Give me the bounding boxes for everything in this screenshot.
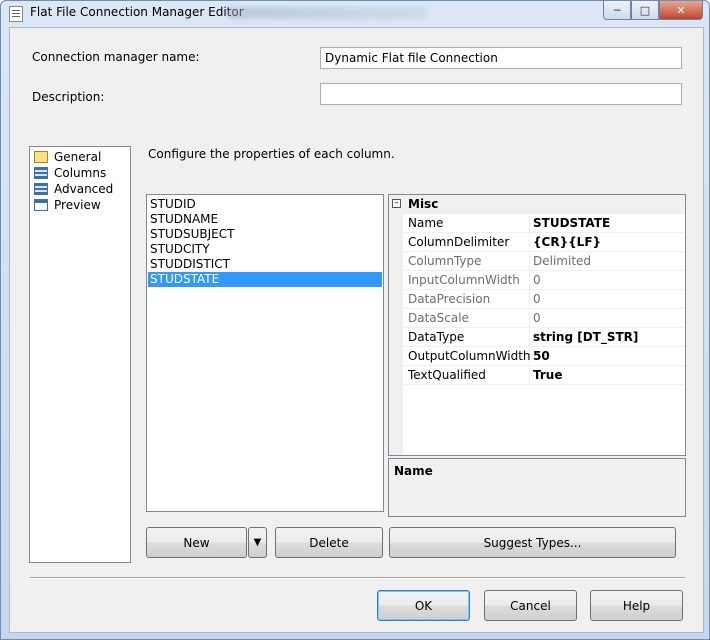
property-name: DataScale: [408, 311, 469, 325]
description-input[interactable]: [320, 83, 682, 105]
property-row[interactable]: ColumnDelimiter {CR}{LF}: [389, 233, 685, 252]
delete-button[interactable]: Delete: [275, 527, 383, 558]
property-row[interactable]: ColumnType Delimited: [389, 252, 685, 271]
property-description-panel: Name: [388, 458, 686, 517]
property-column-separator: [529, 328, 530, 347]
dialog-client-area: Connection manager name: Dynamic Flat fi…: [9, 27, 704, 633]
property-column-separator: [529, 366, 530, 385]
property-name: ColumnDelimiter: [408, 235, 510, 249]
property-value[interactable]: Delimited: [533, 254, 591, 268]
suggest-types-button[interactable]: Suggest Types...: [389, 527, 676, 558]
property-name: ColumnType: [408, 254, 482, 268]
property-grid[interactable]: – Misc Name STUDSTATE ColumnDelimiter {CR}{…: [388, 194, 686, 456]
maximize-icon: □: [639, 3, 651, 17]
property-name: Name: [408, 216, 444, 230]
property-name: TextQualified: [408, 368, 486, 382]
property-row[interactable]: InputColumnWidth 0: [389, 271, 685, 290]
minimize-button[interactable]: ─: [603, 1, 631, 20]
property-name: InputColumnWidth: [408, 273, 520, 287]
property-row[interactable]: DataType string [DT_STR]: [389, 328, 685, 347]
property-row[interactable]: TextQualified True: [389, 366, 685, 385]
window-title: Flat File Connection Manager Editor: [30, 5, 244, 19]
nav-panel: General Columns Advanced Preview: [29, 146, 131, 563]
collapse-icon[interactable]: –: [392, 199, 401, 208]
title-bar[interactable]: Flat File Connection Manager Editor ─ □ …: [1, 1, 709, 25]
new-dropdown-button[interactable]: ▼: [248, 527, 267, 558]
cancel-button-label: Cancel: [510, 598, 551, 613]
property-value[interactable]: 0: [533, 292, 541, 306]
list-item[interactable]: STUDCITY: [148, 242, 382, 257]
list-item[interactable]: STUDNAME: [148, 212, 382, 227]
property-column-separator: [529, 252, 530, 271]
nav-item-label: Columns: [54, 166, 107, 180]
document-icon: [9, 6, 23, 22]
property-value[interactable]: {CR}{LF}: [533, 235, 601, 249]
ok-button[interactable]: OK: [377, 590, 470, 621]
property-column-separator: [529, 309, 530, 328]
property-column-separator: [529, 214, 530, 233]
property-value[interactable]: string [DT_STR]: [533, 330, 638, 344]
property-value[interactable]: 50: [533, 349, 550, 363]
close-icon: ✕: [676, 3, 686, 17]
nav-item-preview[interactable]: Preview: [30, 197, 130, 213]
connection-name-label: Connection manager name:: [32, 50, 200, 64]
property-value[interactable]: 0: [533, 311, 541, 325]
property-row[interactable]: DataScale 0: [389, 309, 685, 328]
minimize-icon: ─: [613, 3, 621, 17]
divider: [30, 577, 685, 579]
nav-item-label: Advanced: [54, 182, 114, 196]
property-row[interactable]: DataPrecision 0: [389, 290, 685, 309]
connection-name-input[interactable]: Dynamic Flat file Connection: [320, 47, 682, 69]
list-item-selected[interactable]: STUDSTATE: [148, 272, 382, 287]
list-item[interactable]: STUDID: [148, 197, 382, 212]
property-value[interactable]: STUDSTATE: [533, 216, 610, 230]
property-column-separator: [529, 233, 530, 252]
property-category-row[interactable]: – Misc: [389, 195, 685, 214]
chevron-down-icon: ▼: [253, 537, 262, 548]
list-item[interactable]: STUDDISTICT: [148, 257, 382, 272]
property-name: DataType: [408, 330, 465, 344]
preview-icon: [34, 199, 48, 211]
property-category-label: Misc: [408, 197, 439, 211]
dialog-window: Flat File Connection Manager Editor ─ □ …: [0, 0, 710, 640]
property-value[interactable]: True: [533, 368, 562, 382]
maximize-button[interactable]: □: [631, 1, 659, 20]
cancel-button[interactable]: Cancel: [484, 590, 577, 621]
close-button[interactable]: ✕: [659, 1, 703, 20]
property-name: OutputColumnWidth: [408, 349, 531, 363]
columns-icon: [34, 167, 48, 179]
list-item[interactable]: STUDSUBJECT: [148, 227, 382, 242]
property-value[interactable]: 0: [533, 273, 541, 287]
new-button-label: New: [183, 535, 210, 550]
property-row[interactable]: OutputColumnWidth 50: [389, 347, 685, 366]
property-column-separator: [529, 290, 530, 309]
instruction-text: Configure the properties of each column.: [148, 147, 395, 161]
nav-item-columns[interactable]: Columns: [30, 165, 130, 181]
columns-list[interactable]: STUDID STUDNAME STUDSUBJECT STUDCITY STU…: [146, 194, 384, 512]
general-icon: [34, 151, 48, 163]
help-button-label: Help: [622, 598, 651, 613]
nav-item-label: Preview: [54, 198, 101, 212]
property-row[interactable]: Name STUDSTATE: [389, 214, 685, 233]
help-button[interactable]: Help: [590, 590, 683, 621]
description-label: Description:: [32, 90, 105, 104]
property-column-separator: [529, 271, 530, 290]
blurred-background-text: [227, 7, 427, 19]
suggest-types-button-label: Suggest Types...: [483, 535, 582, 550]
property-description-title: Name: [394, 464, 433, 478]
new-button[interactable]: New: [146, 527, 247, 558]
nav-item-label: General: [54, 150, 102, 164]
nav-item-general[interactable]: General: [30, 149, 130, 165]
advanced-icon: [34, 183, 48, 195]
property-name: DataPrecision: [408, 292, 491, 306]
delete-button-label: Delete: [309, 535, 349, 550]
ok-button-label: OK: [414, 598, 433, 613]
nav-item-advanced[interactable]: Advanced: [30, 181, 130, 197]
